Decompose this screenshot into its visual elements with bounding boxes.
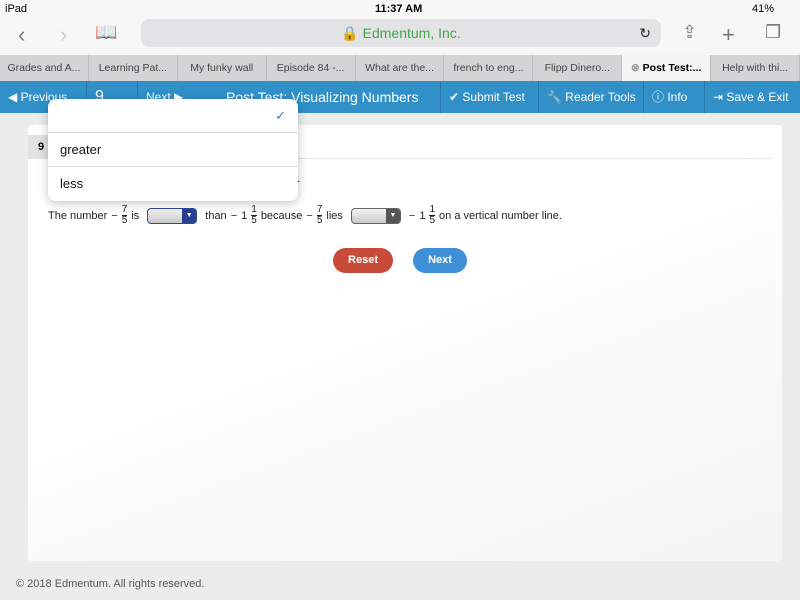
reset-button[interactable]: Reset [333, 248, 393, 273]
dropdown-popover: ✓ greater less [48, 99, 298, 201]
minus-sign: − [408, 209, 416, 222]
whole: 1 [241, 209, 248, 222]
numerator: 1 [251, 204, 257, 215]
check-icon: ✔ [449, 90, 463, 104]
minus-sign: − [230, 209, 238, 222]
numerator: 7 [121, 204, 128, 215]
info-button[interactable]: ⓘ Info [643, 81, 695, 113]
option-blank[interactable]: ✓ [48, 99, 298, 133]
url-field[interactable]: 🔒 Edmentum, Inc. ↻ [141, 19, 661, 47]
label: Save & Exit [726, 90, 789, 104]
fraction: 15 [251, 205, 257, 226]
arrow-left-icon: ◀ [8, 90, 21, 104]
reload-icon[interactable]: ↻ [639, 19, 651, 47]
clock: 11:37 AM [375, 3, 423, 15]
tab[interactable]: My funky wall [178, 55, 267, 81]
denominator: 5 [251, 215, 257, 226]
wrench-icon: 🔧 [547, 90, 566, 104]
tab[interactable]: Grades and A... [0, 55, 89, 81]
tabs-icon[interactable]: ❐ [765, 22, 781, 43]
dropdown-1[interactable]: ▼ [147, 207, 198, 224]
address-bar-area: ‹ › 📖 🔒 Edmentum, Inc. ↻ ⇪ + ❐ [0, 18, 800, 55]
status-bar: iPad 11:37 AM 41% [0, 0, 800, 18]
tab-label: Post Test:... [642, 62, 702, 74]
minus-sign: − [111, 209, 118, 222]
tab-bar: Grades and A... Learning Pat... My funky… [0, 55, 800, 81]
footer-copyright: © 2018 Edmentum. All rights reserved. [16, 578, 205, 590]
share-icon[interactable]: ⇪ [682, 22, 697, 43]
back-icon[interactable]: ‹ [18, 22, 25, 48]
tab[interactable]: Episode 84 -... [267, 55, 356, 81]
numerator: 7 [316, 204, 323, 215]
denominator: 5 [429, 215, 436, 226]
caret-down-icon: ▼ [182, 208, 197, 223]
reader-tools-button[interactable]: 🔧 Reader Tools [538, 81, 644, 113]
label: Reader Tools [565, 90, 636, 104]
text: The number [48, 209, 108, 222]
label: Submit Test [462, 90, 525, 104]
info-icon: ⓘ [652, 90, 668, 104]
submit-test-button[interactable]: ✔ Submit Test [440, 81, 533, 113]
fraction: 75 [121, 204, 128, 226]
option-greater[interactable]: greater [48, 133, 298, 167]
label: Info [667, 90, 688, 104]
tab[interactable]: Learning Pat... [89, 55, 178, 81]
text: on a vertical number line. [439, 209, 562, 222]
next-button[interactable]: Next [413, 248, 467, 273]
close-tab-icon[interactable]: ⊗ [631, 62, 643, 74]
option-less[interactable]: less [48, 167, 298, 201]
sign-out-icon: ⇥ [713, 90, 727, 104]
denominator: 5 [316, 215, 323, 226]
dropdown-2[interactable]: ▼ [350, 207, 401, 224]
battery-level: 41% [752, 3, 775, 15]
tab[interactable]: What are the... [356, 55, 445, 81]
url-text: Edmentum, Inc. [362, 25, 461, 41]
numerator: 1 [429, 204, 436, 215]
caret-down-icon: ▼ [385, 208, 400, 223]
text: because [260, 209, 303, 222]
question-sentence: The number − 75 is ▼ than −1 15 because … [48, 205, 562, 226]
text: lies [326, 209, 343, 222]
tab[interactable]: french to eng... [444, 55, 534, 81]
whole: 1 [419, 209, 426, 222]
bookmarks-icon[interactable]: 📖 [95, 22, 117, 43]
text: than [205, 209, 227, 222]
tab-active[interactable]: ⊗ Post Test:... [622, 55, 712, 81]
fraction: 15 [429, 204, 436, 226]
tab[interactable]: Flipp Dinero... [533, 55, 623, 81]
checkmark-icon: ✓ [275, 108, 286, 123]
new-tab-icon[interactable]: + [722, 22, 735, 48]
minus-sign: − [306, 209, 313, 222]
tab[interactable]: Help with thi... [711, 55, 800, 81]
fraction: 75 [316, 204, 323, 226]
save-exit-button[interactable]: ⇥ Save & Exit [704, 81, 796, 113]
forward-icon[interactable]: › [60, 22, 67, 48]
denominator: 5 [121, 215, 128, 226]
device-label: iPad [5, 3, 28, 15]
text: is [131, 209, 140, 222]
lock-icon: 🔒 [341, 25, 363, 41]
